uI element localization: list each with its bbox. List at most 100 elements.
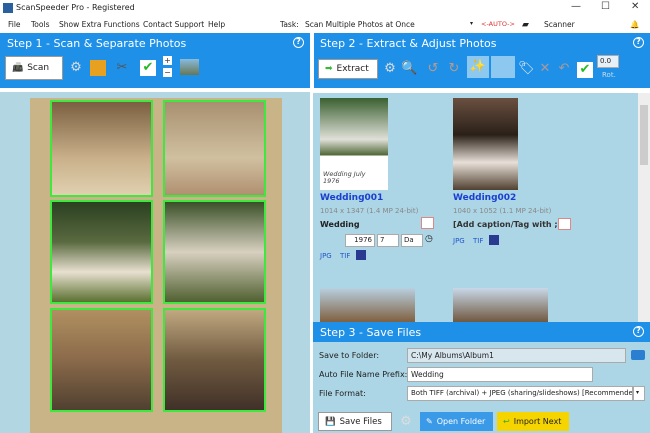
undo-icon[interactable]: ↶ (556, 61, 572, 77)
approve-icon[interactable]: ✔ (577, 62, 593, 78)
photo-caption[interactable]: [Add caption/Tag with ;] (453, 220, 561, 229)
detected-photo[interactable] (50, 100, 153, 197)
extract-label: Extract (336, 64, 369, 74)
magic-wand-icon[interactable]: ✨ (467, 56, 489, 78)
file-format-label: File Format: (319, 389, 366, 398)
gear-icon[interactable]: ⚙ (382, 61, 398, 77)
help-icon[interactable]: ? (633, 37, 644, 48)
folder-icon[interactable] (631, 350, 645, 360)
app-icon (3, 3, 13, 13)
step1-title: Step 1 - Scan & Separate Photos (7, 37, 187, 50)
clock-icon[interactable]: ◷ (425, 234, 433, 244)
task-select[interactable]: Scan Multiple Photos at Once (305, 20, 475, 29)
calendar-icon[interactable] (421, 217, 434, 229)
save-files-button[interactable]: 💾 Save Files (318, 412, 392, 431)
thumbnail-grid: Wedding July 1976 Wedding001 1014 x 1347… (313, 93, 638, 322)
menu-file[interactable]: File (8, 20, 21, 29)
scan-preview-area[interactable] (0, 92, 310, 433)
crop-icon[interactable]: ✂ (114, 60, 130, 76)
menu-tools[interactable]: Tools (31, 20, 49, 29)
save-files-label: Save Files (339, 416, 382, 427)
month-select[interactable]: 7 (377, 234, 399, 247)
scan-button[interactable]: 📠 Scan (5, 56, 63, 80)
prefix-input[interactable]: Wedding (407, 367, 593, 382)
detected-photo[interactable] (50, 308, 153, 412)
detected-photo[interactable] (50, 200, 153, 304)
open-folder-button[interactable]: ✎ Open Folder (420, 412, 493, 431)
save-folder-label: Save to Folder: (319, 351, 380, 360)
scanner-icon: ▰ (522, 20, 529, 30)
photo-dimensions: 1040 x 1052 (1.1 MP 24-bit) (453, 207, 552, 215)
photo-caption[interactable]: Wedding (320, 220, 360, 229)
step1-header: Step 1 - Scan & Separate Photos? (0, 33, 310, 53)
import-next-button[interactable]: ↩ Import Next (497, 412, 569, 431)
jpg-link[interactable]: JPG (453, 237, 465, 245)
photo-thumbnail[interactable] (320, 288, 415, 322)
add-image-icon[interactable] (90, 60, 106, 76)
bell-icon[interactable]: 🔔 (630, 20, 639, 29)
magnifier-icon[interactable]: 🔍 (401, 61, 417, 77)
prefix-label: Auto File Name Prefix: (319, 370, 408, 379)
photo-name[interactable]: Wedding002 (453, 193, 516, 203)
tif-link[interactable]: TIF (340, 252, 350, 260)
photo-name[interactable]: Wedding001 (320, 193, 383, 203)
help-icon[interactable]: ? (633, 326, 644, 337)
rotation-label: Rot. (602, 71, 616, 79)
step3-title: Step 3 - Save Files (320, 326, 422, 339)
rotate-left-icon[interactable]: ↺ (425, 61, 441, 77)
return-arrow-icon: ↩ (503, 417, 510, 426)
save-check-icon[interactable] (356, 250, 366, 260)
dropdown-arrow-icon[interactable]: ▾ (633, 386, 645, 401)
year-select[interactable]: 1976 (345, 234, 375, 247)
photo-thumbnail[interactable] (453, 98, 518, 190)
open-folder-label: Open Folder (436, 417, 486, 426)
file-format-select[interactable]: Both TIFF (archival) + JPEG (sharing/sli… (407, 386, 633, 401)
jpg-link[interactable]: JPG (320, 252, 332, 260)
step1-panel: Step 1 - Scan & Separate Photos? 📠 Scan ⚙… (0, 33, 310, 88)
preview-icon[interactable] (180, 59, 199, 75)
scanner-icon: 📠 (12, 63, 24, 73)
import-next-label: Import Next (513, 417, 562, 426)
arrow-right-icon: ➡ (325, 64, 333, 74)
day-select[interactable]: Da (401, 234, 423, 247)
scrollbar[interactable] (638, 93, 650, 322)
tag-icon[interactable]: 🏷 (518, 61, 535, 77)
pencil-icon: ✎ (426, 417, 433, 426)
dropdown-arrow-icon[interactable]: ▾ (470, 20, 473, 27)
text-image-icon[interactable] (491, 56, 515, 78)
scrollbar-thumb[interactable] (640, 105, 648, 165)
detected-photo[interactable] (163, 200, 266, 304)
zoom-out-icon[interactable]: − (163, 68, 172, 77)
tif-link[interactable]: TIF (473, 237, 483, 245)
calendar-icon[interactable] (558, 218, 571, 230)
window-title: ScanSpeeder Pro - Registered (16, 3, 135, 12)
gear-icon[interactable]: ⚙ (68, 60, 84, 76)
rotation-input[interactable]: 0.0 (597, 55, 619, 68)
step2-panel: Step 2 - Extract & Adjust Photos? ➡ Extra… (313, 33, 650, 88)
extract-button[interactable]: ➡ Extract (318, 59, 378, 79)
zoom-in-icon[interactable]: + (163, 56, 172, 65)
floppy-icon: 💾 (325, 416, 336, 427)
close-button[interactable]: ✕ (631, 1, 639, 12)
menu-show-extra[interactable]: Show Extra Functions (59, 20, 140, 29)
detected-photo[interactable] (163, 100, 266, 197)
save-folder-input[interactable]: C:\My Albums\Album1 (407, 348, 626, 363)
step1-toolbar: 📠 Scan ⚙ ✂ ✔ + − (0, 53, 310, 88)
menu-help[interactable]: Help (208, 20, 225, 29)
minimize-button[interactable]: — (571, 1, 581, 12)
gear-icon[interactable]: ⚙ (398, 414, 414, 430)
maximize-button[interactable]: ☐ (601, 1, 610, 12)
menu-contact-support[interactable]: Contact Support (143, 20, 204, 29)
auto-indicator: <-AUTO-> (481, 20, 515, 28)
delete-icon[interactable]: ✕ (537, 61, 553, 77)
photo-thumbnail[interactable] (453, 288, 548, 322)
save-check-icon[interactable] (489, 235, 499, 245)
rotate-right-icon[interactable]: ↻ (446, 61, 462, 77)
help-icon[interactable]: ? (293, 37, 304, 48)
step3-header: Step 3 - Save Files? (313, 322, 650, 342)
detected-photo[interactable] (163, 308, 266, 412)
photo-dimensions: 1014 x 1347 (1.4 MP 24-bit) (320, 207, 419, 215)
handwritten-caption: Wedding July 1976 (323, 170, 366, 185)
scanner-label[interactable]: Scanner (544, 20, 575, 29)
approve-icon[interactable]: ✔ (140, 60, 156, 76)
